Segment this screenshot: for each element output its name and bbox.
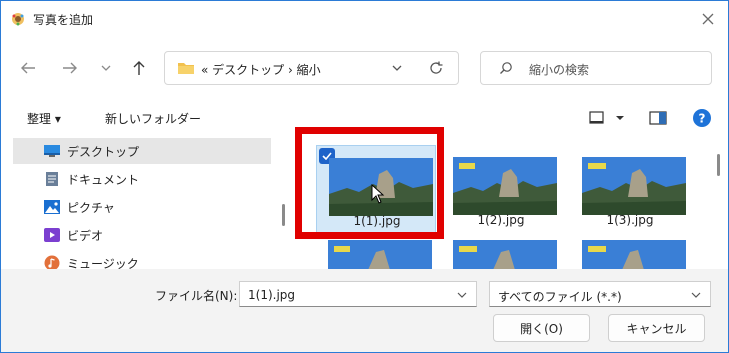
- file-open-dialog: 写真を追加 « デスクトップ › 縮小 縮小の検索 整理 ▾ 新しいフォルダー …: [0, 0, 729, 353]
- refresh-icon[interactable]: [428, 60, 444, 76]
- open-button[interactable]: 開く(O): [493, 314, 590, 342]
- address-bar[interactable]: « デスクトップ › 縮小: [164, 51, 459, 85]
- sidebar-item-label: ミュージック: [67, 256, 139, 270]
- app-icon: [12, 13, 24, 26]
- file-item[interactable]: 1(2).jpg: [441, 145, 561, 233]
- up-arrow-icon[interactable]: [126, 55, 152, 81]
- navigation-bar: « デスクトップ › 縮小 縮小の検索: [1, 47, 728, 93]
- new-folder-button[interactable]: 新しいフォルダー: [105, 110, 201, 127]
- svg-text:?: ?: [699, 112, 706, 126]
- dialog-footer: ファイル名(N): 1(1).jpg すべてのファイル (*.*) 開く(O) …: [1, 269, 728, 352]
- recent-locations-chevron-icon[interactable]: [93, 55, 119, 81]
- sidebar-item-label: ピクチャ: [67, 200, 115, 215]
- file-item[interactable]: 1(3).jpg: [570, 145, 690, 233]
- back-arrow-icon[interactable]: [15, 55, 41, 81]
- red-highlight-box: [295, 127, 444, 239]
- sidebar-item-label: ドキュメント: [67, 172, 140, 187]
- file-name: 1(3).jpg: [606, 213, 654, 227]
- filename-input[interactable]: 1(1).jpg: [239, 281, 477, 307]
- image-thumbnail: [582, 157, 686, 215]
- cancel-button[interactable]: キャンセル: [608, 314, 705, 342]
- view-options-icon[interactable]: [589, 110, 629, 126]
- image-thumbnail[interactable]: [328, 240, 432, 269]
- pane-splitter[interactable]: [282, 204, 285, 226]
- image-thumbnail[interactable]: [582, 240, 686, 269]
- sidebar-item-documents[interactable]: ドキュメント: [13, 166, 271, 192]
- videos-icon: [43, 226, 61, 244]
- forward-arrow-icon[interactable]: [57, 55, 83, 81]
- address-dropdown-chevron-icon[interactable]: [390, 61, 404, 75]
- vertical-scrollbar[interactable]: [717, 154, 720, 176]
- desktop-icon: [43, 142, 61, 160]
- sidebar-item-pictures[interactable]: ピクチャ: [13, 194, 271, 220]
- window-title: 写真を追加: [33, 13, 94, 27]
- sidebar-item-music[interactable]: ミュージック: [13, 250, 271, 269]
- pictures-icon: [43, 198, 61, 216]
- file-type-value: すべてのファイル (*.*): [498, 290, 622, 304]
- search-placeholder: 縮小の検索: [529, 63, 590, 77]
- address-path[interactable]: « デスクトップ › 縮小: [201, 61, 321, 78]
- sidebar-item-videos[interactable]: ビデオ: [13, 222, 271, 248]
- sidebar-item-desktop[interactable]: デスクトップ: [13, 138, 271, 164]
- title-bar: 写真を追加: [1, 1, 728, 35]
- file-name: 1(2).jpg: [477, 213, 525, 227]
- preview-pane-icon[interactable]: [649, 110, 667, 126]
- filename-value[interactable]: 1(1).jpg: [248, 288, 295, 302]
- image-thumbnail[interactable]: [453, 240, 557, 269]
- file-type-select[interactable]: すべてのファイル (*.*): [489, 281, 711, 307]
- sidebar-item-label: ビデオ: [67, 228, 104, 243]
- navigation-pane: デスクトップ ドキュメント ピクチャ ビデオ ミュージック: [1, 136, 273, 269]
- sidebar-item-label: デスクトップ: [67, 144, 140, 159]
- music-icon: [43, 254, 61, 269]
- image-thumbnail: [453, 157, 557, 215]
- close-icon[interactable]: [696, 7, 720, 31]
- organize-menu[interactable]: 整理 ▾: [27, 110, 61, 127]
- filename-label: ファイル名(N):: [155, 289, 238, 303]
- chevron-down-icon[interactable]: [456, 289, 468, 301]
- search-box[interactable]: 縮小の検索: [480, 51, 712, 85]
- documents-icon: [43, 170, 61, 188]
- help-icon[interactable]: ?: [692, 108, 712, 128]
- folder-icon: [178, 63, 194, 74]
- chevron-down-icon[interactable]: [690, 289, 702, 301]
- search-icon: [500, 62, 512, 74]
